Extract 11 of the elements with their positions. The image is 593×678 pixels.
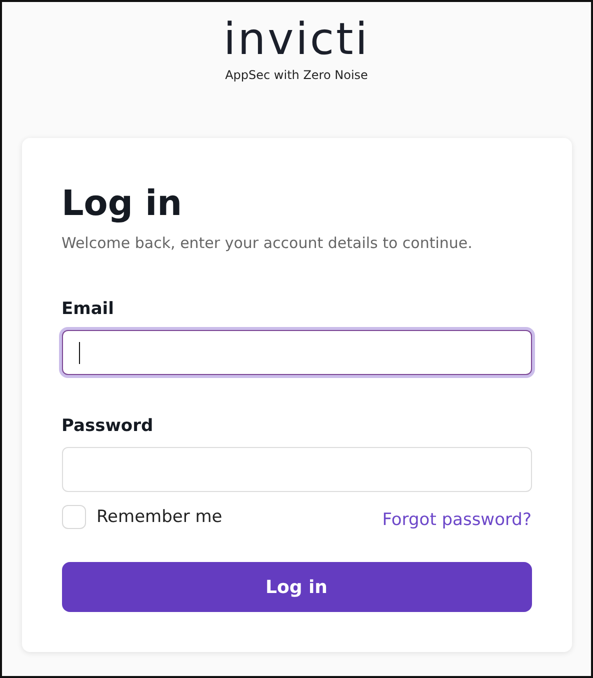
remember-label: Remember me [96,507,222,527]
field-label: Password [62,415,154,437]
login-button[interactable]: Log in [62,562,532,612]
text-cursor [78,342,80,364]
forgot-password-link[interactable]: Forgot password? [382,510,532,530]
logo-wordmark: invicti [223,16,370,64]
subtitle: Welcome back, enter your account details to continue. [62,233,474,254]
logo-tagline: AppSec with Zero Noise [225,68,368,82]
checkbox[interactable] [62,505,86,529]
page-title: Log in [62,183,184,226]
field-label: Email [62,298,115,320]
